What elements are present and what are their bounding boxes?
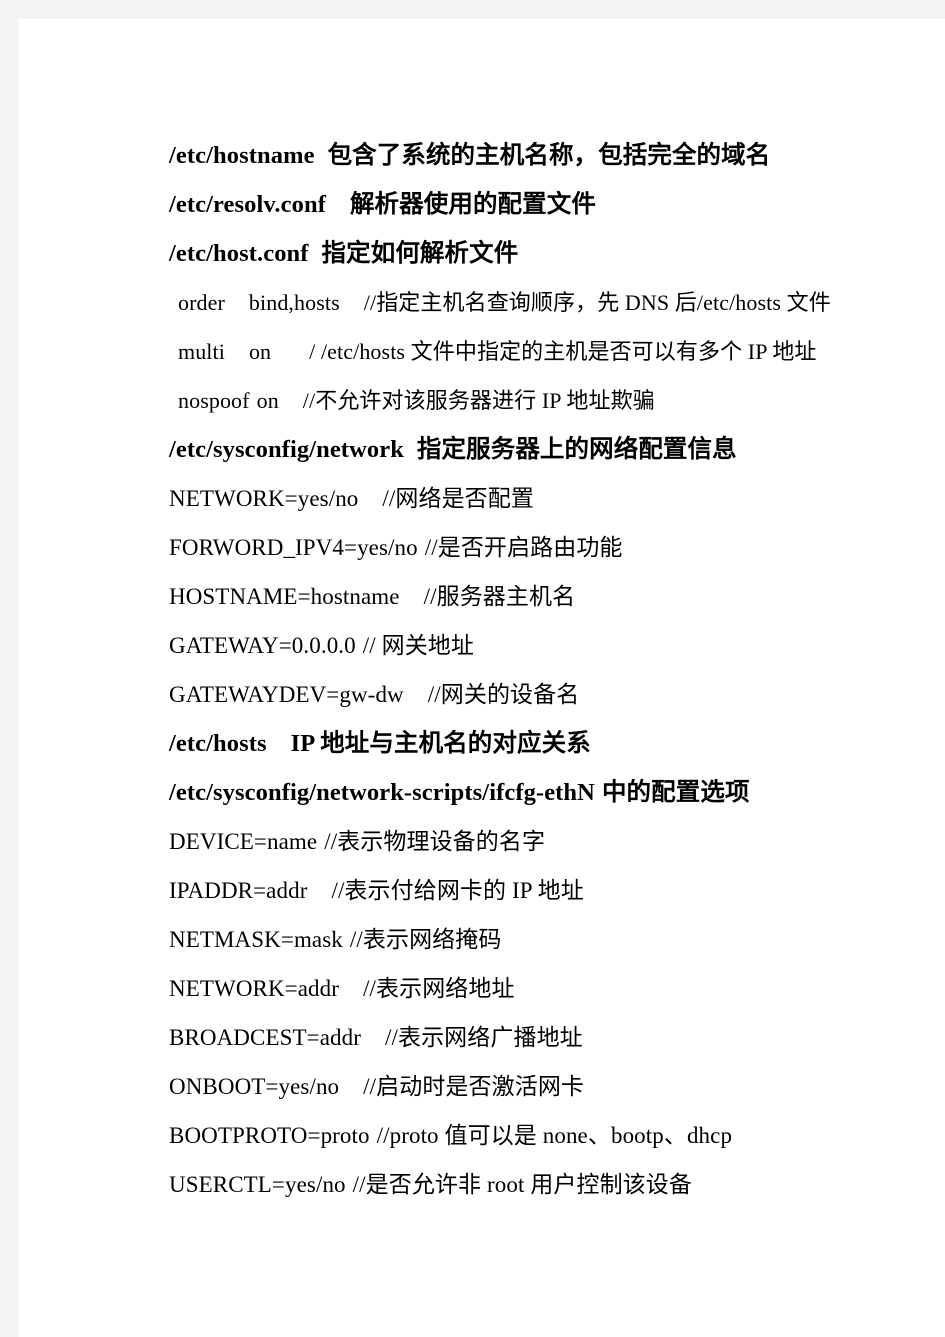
option-key: nospoof	[178, 388, 250, 413]
option-key: multi	[178, 339, 225, 364]
config-file-description: 指定如何解析文件	[321, 240, 519, 267]
setting-comment: //启动时是否激活网卡	[363, 1074, 585, 1099]
setting-comment: //表示物理设备的名字	[324, 829, 546, 854]
setting-netmask: NETMASK=mask//表示网络掩码	[169, 915, 909, 964]
setting-device: DEVICE=name//表示物理设备的名字	[169, 817, 909, 866]
config-file-path: /etc/hostname	[169, 142, 315, 169]
setting-broadcest: BROADCEST=addr //表示网络广播地址	[169, 1013, 909, 1062]
option-comment: //指定主机名查询顺序，先 DNS 后/etc/hosts 文件	[363, 290, 831, 315]
setting-forword-ipv4: FORWORD_IPV4=yes/no//是否开启路由功能	[169, 523, 909, 572]
config-file-path: /etc/resolv.conf	[169, 191, 326, 218]
heading-ifcfg-ethn: /etc/sysconfig/network-scripts/ifcfg-eth…	[169, 768, 909, 817]
setting-onboot: ONBOOT=yes/no //启动时是否激活网卡	[169, 1062, 909, 1111]
setting-assignment: HOSTNAME=hostname	[169, 584, 400, 609]
config-file-description: IP 地址与主机名的对应关系	[290, 730, 591, 757]
heading-etc-host-conf: /etc/host.conf 指定如何解析文件	[169, 229, 909, 278]
config-file-description: 指定服务器上的网络配置信息	[416, 436, 737, 463]
option-value: on	[256, 388, 279, 413]
setting-bootproto: BOOTPROTO=proto//proto 值可以是 none、bootp、d…	[169, 1111, 909, 1160]
config-file-description: 解析器使用的配置文件	[349, 191, 596, 218]
setting-assignment: ONBOOT=yes/no	[169, 1074, 340, 1099]
heading-etc-resolv-conf: /etc/resolv.conf 解析器使用的配置文件	[169, 180, 909, 229]
config-file-path: /etc/sysconfig/network-scripts/ifcfg-eth…	[169, 779, 595, 806]
setting-assignment: NETWORK=yes/no	[169, 486, 359, 511]
setting-assignment: FORWORD_IPV4=yes/no	[169, 535, 418, 560]
setting-comment: //网络是否配置	[382, 486, 534, 511]
setting-comment: //网关的设备名	[427, 682, 580, 707]
setting-comment: //表示网络地址	[363, 976, 515, 1001]
setting-assignment: IPADDR=addr	[169, 878, 308, 903]
config-file-path: /etc/sysconfig/network	[169, 436, 404, 463]
option-value: bind,hosts	[248, 290, 340, 315]
setting-assignment: BROADCEST=addr	[169, 1025, 361, 1050]
config-file-description: 包含了系统的主机名称，包括完全的域名	[327, 142, 771, 169]
option-multi: multi on / /etc/hosts 文件中指定的主机是否可以有多个 IP 地…	[169, 327, 909, 376]
setting-gatewaydev: GATEWAYDEV=gw-dw //网关的设备名	[169, 670, 909, 719]
setting-assignment: DEVICE=name	[169, 829, 318, 854]
setting-comment: //表示网络广播地址	[384, 1025, 583, 1050]
setting-assignment: GATEWAYDEV=gw-dw	[169, 682, 404, 707]
option-order: order bind,hosts //指定主机名查询顺序，先 DNS 后/etc/h…	[169, 278, 909, 327]
option-comment: //不允许对该服务器进行 IP 地址欺骗	[302, 388, 655, 413]
config-file-path: /etc/host.conf	[169, 240, 309, 267]
setting-assignment: BOOTPROTO=proto	[169, 1123, 370, 1148]
setting-network: NETWORK=yes/no //网络是否配置	[169, 474, 909, 523]
setting-comment: //表示网络掩码	[349, 927, 502, 952]
setting-gateway: GATEWAY=0.0.0.0// 网关地址	[169, 621, 909, 670]
heading-etc-sysconfig-network: /etc/sysconfig/network 指定服务器上的网络配置信息	[169, 425, 909, 474]
setting-comment: //proto 值可以是 none、bootp、dhcp	[376, 1123, 733, 1148]
setting-comment: //表示付给网卡的 IP 地址	[331, 878, 584, 903]
page-background: /etc/hostname 包含了系统的主机名称，包括完全的域名/etc/reso…	[0, 0, 945, 1337]
setting-assignment: GATEWAY=0.0.0.0	[169, 633, 356, 658]
setting-assignment: USERCTL=yes/no	[169, 1172, 346, 1197]
heading-etc-hosts: /etc/hosts IP 地址与主机名的对应关系	[169, 719, 909, 768]
heading-etc-hostname: /etc/hostname 包含了系统的主机名称，包括完全的域名	[169, 131, 909, 180]
setting-hostname: HOSTNAME=hostname //服务器主机名	[169, 572, 909, 621]
setting-comment: //是否开启路由功能	[424, 535, 623, 560]
setting-network-addr: NETWORK=addr //表示网络地址	[169, 964, 909, 1013]
option-nospoof: nospoof on //不允许对该服务器进行 IP 地址欺骗	[169, 376, 909, 425]
setting-userctl: USERCTL=yes/no//是否允许非 root 用户控制该设备	[169, 1160, 909, 1209]
config-file-description: 中的配置选项	[601, 779, 750, 806]
setting-comment: // 网关地址	[362, 633, 474, 658]
setting-comment: //是否允许非 root 用户控制该设备	[352, 1172, 692, 1197]
setting-comment: //服务器主机名	[423, 584, 576, 609]
setting-assignment: NETWORK=addr	[169, 976, 340, 1001]
option-key: order	[178, 290, 225, 315]
option-value: on	[248, 339, 272, 364]
document-body: /etc/hostname 包含了系统的主机名称，包括完全的域名/etc/reso…	[169, 131, 909, 1209]
setting-assignment: NETMASK=mask	[169, 927, 343, 952]
page-sheet: /etc/hostname 包含了系统的主机名称，包括完全的域名/etc/reso…	[19, 19, 945, 1337]
setting-ipaddr: IPADDR=addr //表示付给网卡的 IP 地址	[169, 866, 909, 915]
option-comment: / /etc/hosts 文件中指定的主机是否可以有多个 IP 地址	[309, 339, 817, 364]
config-file-path: /etc/hosts	[169, 730, 267, 757]
